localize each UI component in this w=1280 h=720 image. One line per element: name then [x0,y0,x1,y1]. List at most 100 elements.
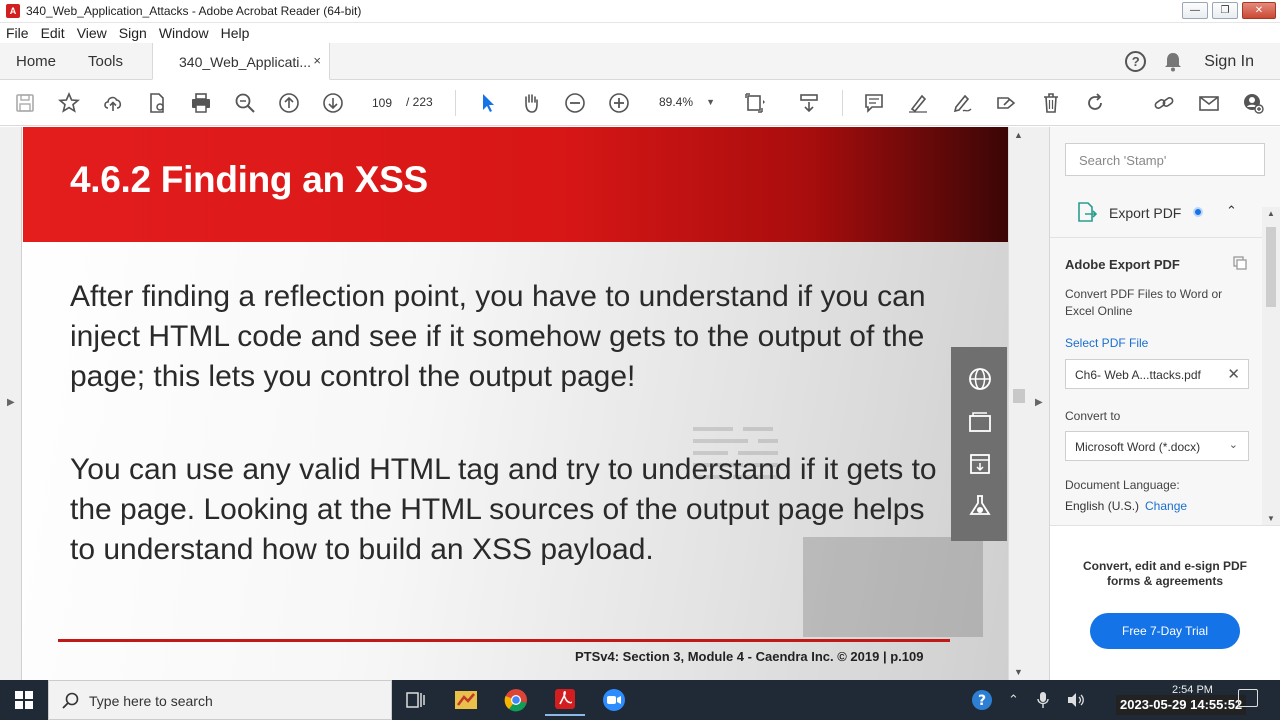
comment-icon[interactable] [862,91,886,115]
link-icon[interactable] [1152,91,1176,115]
scroll-down-icon[interactable]: ▼ [1267,514,1275,523]
document-language-label: Document Language: [1065,478,1180,492]
menu-view[interactable]: View [77,25,107,41]
tab-close-icon[interactable]: × [313,53,321,68]
zoom-level-dropdown[interactable]: 89.4% ▼ [651,90,721,114]
rotate-icon[interactable] [1083,91,1107,115]
flask-icon[interactable] [967,493,993,519]
help-tray-icon[interactable]: ? [970,688,994,712]
add-user-icon[interactable] [1241,91,1265,115]
notifications-icon[interactable] [1238,689,1258,707]
tab-home[interactable]: Home [16,53,56,70]
menu-file[interactable]: File [6,25,29,41]
file-search-icon[interactable] [145,91,169,115]
previous-page-icon[interactable] [277,91,301,115]
chrome-icon[interactable] [496,684,536,716]
tab-tools[interactable]: Tools [88,53,123,70]
next-page-icon[interactable] [321,91,345,115]
sign-pen-icon[interactable] [950,91,974,115]
highlight-pen-icon[interactable] [906,91,930,115]
left-panel-toggle[interactable]: ▶ [0,127,22,680]
document-scrollbar[interactable]: ▲ ▼ [1008,127,1028,680]
chevron-up-icon[interactable]: ⌃ [1008,692,1019,708]
help-icon[interactable]: ? [1125,51,1147,72]
menu-sign[interactable]: Sign [119,25,147,41]
tab-document-label: 340_Web_Applicati... [179,54,312,70]
zoom-app-icon[interactable] [594,684,634,716]
bell-icon[interactable] [1164,52,1182,72]
change-language-link[interactable]: Change [1145,499,1187,513]
export-pdf-label: Export PDF [1109,205,1182,221]
microphone-icon[interactable] [1037,691,1049,709]
trash-icon[interactable] [1039,91,1063,115]
zoom-out-icon[interactable] [563,91,587,115]
zoom-search-icon[interactable] [233,91,257,115]
export-pdf-icon [1078,202,1098,222]
scrollbar-thumb[interactable] [1013,389,1025,403]
page-number-input[interactable]: 109 [365,90,399,114]
compress-file-icon[interactable] [967,451,993,477]
start-button[interactable] [0,680,48,720]
selected-file-name: Ch6- Web A...ttacks.pdf [1075,368,1201,382]
header-actions: ? Sign In [1125,43,1280,80]
acrobat-taskbar-icon[interactable] [545,684,585,716]
tab-bar: Home Tools 340_Web_Applicati... × ? Sign… [0,43,1280,80]
scroll-down-icon[interactable]: ▼ [1014,667,1023,677]
slide-paragraph-2: You can use any valid HTML tag and try t… [70,453,937,566]
select-cursor-icon[interactable] [476,91,500,115]
free-trial-button[interactable]: Free 7-Day Trial [1090,613,1240,649]
scroll-up-icon[interactable]: ▲ [1014,130,1023,140]
menu-help[interactable]: Help [221,25,250,41]
paint-app-icon[interactable] [446,684,486,716]
upload-cloud-icon[interactable] [101,91,125,115]
tab-document[interactable]: 340_Web_Applicati... × [152,43,330,80]
restore-button[interactable]: ❐ [1212,2,1238,19]
select-pdf-file-link[interactable]: Select PDF File [1065,336,1148,350]
hand-tool-icon[interactable] [519,91,543,115]
adobe-export-pdf-title: Adobe Export PDF [1065,257,1180,272]
copy-icon[interactable] [1232,255,1248,271]
chevron-up-icon[interactable]: ⌃ [1226,203,1237,219]
minimize-button[interactable]: — [1182,2,1208,19]
email-icon[interactable] [1197,91,1221,115]
save-icon[interactable] [13,91,37,115]
selected-file-field[interactable]: Ch6- Web A...ttacks.pdf ✕ [1065,359,1249,389]
slide-paragraph-1: After finding a reflection point, you ha… [70,280,926,393]
system-tray: ? ⌃ [970,680,1085,720]
remove-file-icon[interactable]: ✕ [1227,365,1240,383]
panel-divider [1050,237,1262,238]
zoom-in-icon[interactable] [607,91,631,115]
task-view-icon[interactable] [396,684,436,716]
print-icon[interactable] [189,91,213,115]
slide-footer-divider [58,639,950,642]
close-button[interactable]: ✕ [1242,2,1276,19]
edit-tag-icon[interactable] [994,91,1018,115]
toolbar-divider [455,90,456,116]
menu-window[interactable]: Window [159,25,209,41]
right-panel-toggle[interactable]: ▶ [1028,127,1050,680]
info-dot-icon [1193,207,1203,217]
title-bar: A 340_Web_Application_Attacks - Adobe Ac… [0,0,1280,23]
tools-pane: Search 'Stamp' Export PDF ⌃ Adobe Export… [1050,127,1280,680]
pages-icon[interactable] [967,409,993,435]
scrollbar-thumb[interactable] [1266,227,1276,307]
promo-text: Convert, edit and e-sign PDF forms & agr… [1082,559,1247,588]
page-total: / 223 [406,95,433,109]
taskbar-search[interactable]: Type here to search [48,680,392,720]
speaker-icon[interactable] [1067,692,1085,708]
promo-section: Convert, edit and e-sign PDF forms & agr… [1050,525,1280,680]
scroll-mode-icon[interactable] [797,91,821,115]
scroll-up-icon[interactable]: ▲ [1267,209,1275,218]
sign-in-button[interactable]: Sign In [1204,53,1254,71]
taskbar: Type here to search ? ⌃ 2:54 PM [0,680,1280,720]
export-pdf-header[interactable]: Export PDF ⌃ [1050,193,1262,231]
pane-scrollbar[interactable]: ▲ ▼ [1262,207,1280,525]
document-view[interactable]: 4.6.2 Finding an XSS After finding a ref… [23,127,1008,680]
menu-edit[interactable]: Edit [41,25,65,41]
fit-page-icon[interactable] [743,91,767,115]
bookmark-star-icon[interactable] [57,91,81,115]
stamp-search-input[interactable]: Search 'Stamp' [1065,143,1265,176]
globe-icon[interactable] [967,366,993,392]
window-title: 340_Web_Application_Attacks - Adobe Acro… [26,4,362,18]
convert-to-dropdown[interactable]: Microsoft Word (*.docx) ⌄ [1065,431,1249,461]
